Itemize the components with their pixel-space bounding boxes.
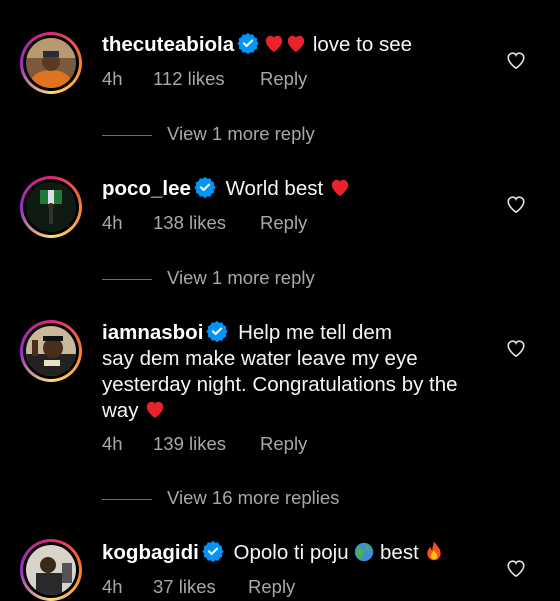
comment-body: World best <box>225 177 324 200</box>
comment-body: Opolo ti poju <box>233 541 349 564</box>
avatar-ring[interactable] <box>20 320 82 382</box>
red-heart-emoji <box>146 401 164 419</box>
reply-button[interactable]: Reply <box>260 433 307 455</box>
view-more-replies[interactable]: View 1 more reply <box>102 123 315 145</box>
divider <box>102 498 152 500</box>
timestamp: 4h <box>102 68 123 89</box>
reply-button[interactable]: Reply <box>248 576 295 598</box>
avatar <box>26 38 76 88</box>
username[interactable]: kogbagidi <box>102 541 199 564</box>
avatar <box>26 545 76 595</box>
comment-body-line: Help me tell dem <box>238 321 392 344</box>
fire-emoji <box>427 541 442 561</box>
view-more-replies[interactable]: View 16 more replies <box>102 487 339 509</box>
like-count[interactable]: 139 likes <box>153 433 226 455</box>
comment-text: thecuteabiola love to see <box>102 32 412 58</box>
avatar-ring[interactable] <box>20 32 82 94</box>
comment-text: way <box>102 398 166 424</box>
timestamp: 4h <box>102 212 123 233</box>
timestamp: 4h <box>102 576 123 597</box>
verified-badge-icon <box>206 320 229 342</box>
comment-text: iamnasboi Help me tell dem <box>102 320 392 346</box>
heart-outline-icon[interactable] <box>505 338 527 358</box>
reply-button[interactable]: Reply <box>260 68 307 90</box>
username[interactable]: thecuteabiola <box>102 33 234 56</box>
globe-emoji <box>355 542 374 562</box>
avatar-ring[interactable] <box>20 176 82 238</box>
comment-text: kogbagidi Opolo ti poju best <box>102 540 444 566</box>
like-count[interactable]: 138 likes <box>153 212 226 234</box>
timestamp: 4h <box>102 433 123 454</box>
username[interactable]: poco_lee <box>102 177 191 200</box>
comment-body: love to see <box>312 33 412 56</box>
heart-outline-icon[interactable] <box>505 50 527 70</box>
comment-text: poco_lee World best <box>102 176 351 202</box>
red-heart-emoji <box>265 35 283 53</box>
comment-body-line: way <box>102 399 139 422</box>
verified-badge-icon <box>202 540 224 562</box>
red-heart-emoji <box>331 179 349 197</box>
username[interactable]: iamnasboi <box>102 321 203 344</box>
reply-button[interactable]: Reply <box>260 212 307 234</box>
like-count[interactable]: 37 likes <box>153 576 216 598</box>
heart-outline-icon[interactable] <box>505 558 527 578</box>
verified-badge-icon <box>237 32 259 54</box>
avatar-ring[interactable] <box>20 539 82 601</box>
avatar <box>26 326 76 376</box>
red-heart-emoji <box>287 35 305 53</box>
comment-body-line: say dem make water leave my eye <box>102 347 418 370</box>
view-more-replies[interactable]: View 1 more reply <box>102 267 315 289</box>
verified-badge-icon <box>194 176 216 198</box>
avatar <box>26 182 76 232</box>
like-count[interactable]: 112 likes <box>153 68 225 90</box>
comment-body-line: yesterday night. Congratulations by the <box>102 373 458 396</box>
divider <box>102 278 152 280</box>
comment-body: best <box>380 541 419 564</box>
heart-outline-icon[interactable] <box>505 194 527 214</box>
divider <box>102 134 152 136</box>
